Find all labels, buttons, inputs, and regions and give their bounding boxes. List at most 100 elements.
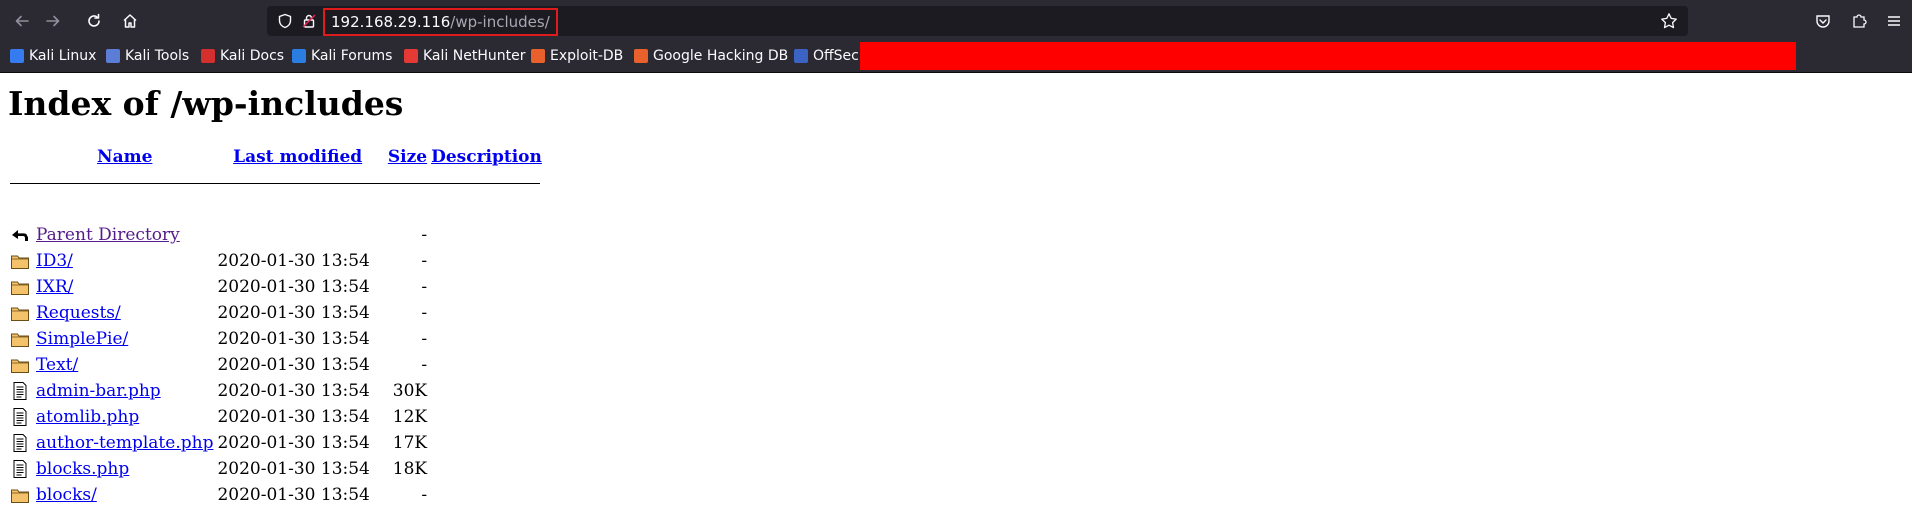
table-row: blocks.php 2020-01-30 13:54 18K: [8, 456, 542, 482]
file-link[interactable]: blocks.php: [36, 459, 129, 479]
bookmark-label: Kali Forums: [311, 48, 393, 64]
table-row: Text/2020-01-30 13:54 -: [8, 352, 542, 378]
header-divider: [10, 182, 540, 184]
bookmark-label: Kali NetHunter: [423, 48, 526, 64]
row-icon-cell: [8, 482, 34, 508]
home-button[interactable]: [116, 8, 144, 34]
date-cell: [215, 222, 371, 248]
bookmark-item[interactable]: Kali Forums: [292, 40, 392, 72]
arrow-left-icon: [15, 15, 29, 27]
folder-icon: [10, 355, 32, 375]
forward-button[interactable]: [39, 8, 67, 34]
folder-icon: [10, 251, 32, 271]
parent-directory-icon: [10, 225, 32, 245]
bookmark-favicon-icon: [10, 49, 24, 63]
file-link[interactable]: blocks/: [36, 485, 97, 505]
bookmark-item[interactable]: Kali Tools: [106, 40, 189, 72]
file-link[interactable]: Parent Directory: [36, 225, 180, 245]
description-cell: [429, 404, 542, 430]
description-cell: [429, 352, 542, 378]
reload-icon: [88, 13, 100, 27]
url-text[interactable]: 192.168.29.116/wp-includes/: [323, 8, 558, 36]
table-row: Requests/2020-01-30 13:54 -: [8, 300, 542, 326]
file-link[interactable]: atomlib.php: [36, 407, 139, 427]
file-link[interactable]: Requests/: [36, 303, 121, 323]
sort-by-name-link[interactable]: Name: [97, 147, 152, 167]
name-cell: Parent Directory: [34, 222, 215, 248]
folder-icon: [10, 303, 32, 323]
description-cell: [429, 378, 542, 404]
name-cell: IXR/: [34, 274, 215, 300]
name-cell: author-template.php: [34, 430, 215, 456]
name-cell: Text/: [34, 352, 215, 378]
shield-icon[interactable]: [275, 11, 295, 31]
redaction-block: [860, 42, 1796, 70]
sort-by-last-modified-link[interactable]: Last modified: [233, 147, 362, 167]
description-cell: [429, 222, 542, 248]
date-cell: 2020-01-30 13:54: [217, 329, 370, 349]
arrow-right-icon: [46, 15, 60, 27]
bookmark-favicon-icon: [794, 49, 808, 63]
file-link[interactable]: admin-bar.php: [36, 381, 161, 401]
file-link[interactable]: IXR/: [36, 277, 73, 297]
lock-icon[interactable]: [299, 11, 319, 31]
url-host: 192.168.29.116: [331, 13, 451, 31]
row-icon-cell: [8, 404, 34, 430]
date-cell: 2020-01-30 13:54: [217, 407, 370, 427]
name-cell: Requests/: [34, 300, 215, 326]
bookmark-item[interactable]: Exploit-DB: [531, 40, 623, 72]
bookmark-item[interactable]: OffSec: [794, 40, 859, 72]
sort-by-size-link[interactable]: Size: [388, 147, 427, 167]
bookmark-item[interactable]: Google Hacking DB: [634, 40, 788, 72]
size-cell: 30K: [392, 381, 428, 401]
name-cell: SimplePie/: [34, 326, 215, 352]
home-icon: [123, 14, 137, 28]
pocket-icon: [1816, 15, 1830, 28]
date-cell: 2020-01-30 13:54: [217, 485, 370, 505]
bookmark-favicon-icon: [201, 49, 215, 63]
bookmark-label: Kali Docs: [220, 48, 285, 64]
table-row: blocks/2020-01-30 13:54 -: [8, 482, 542, 508]
page-content: Index of /wp-includes Name Last modified…: [0, 82, 1912, 508]
bookmark-favicon-icon: [404, 49, 418, 63]
size-cell: -: [421, 303, 428, 323]
address-bar[interactable]: 192.168.29.116/wp-includes/: [267, 6, 1688, 36]
bookmark-item[interactable]: Kali Linux: [10, 40, 96, 72]
pocket-button[interactable]: [1809, 8, 1837, 34]
file-link[interactable]: SimplePie/: [36, 329, 128, 349]
size-cell: 12K: [392, 407, 428, 427]
menu-button[interactable]: [1880, 8, 1908, 34]
reload-button[interactable]: [80, 8, 108, 34]
size-cell: -: [421, 485, 428, 505]
file-icon: [10, 407, 32, 427]
bookmarks-bar: Kali Linux Kali Tools Kali Docs Kali Forums…: [0, 40, 1912, 73]
bookmark-star-icon[interactable]: [1660, 9, 1678, 35]
table-row: IXR/2020-01-30 13:54 -: [8, 274, 542, 300]
row-icon-cell: [8, 430, 34, 456]
folder-icon: [10, 277, 32, 297]
row-icon-cell: [8, 300, 34, 326]
file-icon: [10, 433, 32, 453]
file-link[interactable]: Text/: [36, 355, 78, 375]
puzzle-icon: [1853, 14, 1867, 28]
sort-by-description-link[interactable]: Description: [431, 147, 542, 167]
folder-icon: [10, 485, 32, 505]
description-cell: [429, 430, 542, 456]
back-button[interactable]: [8, 8, 36, 34]
table-row: atomlib.php 2020-01-30 13:54 12K: [8, 404, 542, 430]
date-cell: 2020-01-30 13:54: [217, 303, 370, 323]
bookmark-label: OffSec: [813, 48, 859, 64]
bookmark-label: Kali Linux: [29, 48, 97, 64]
extensions-button[interactable]: [1845, 8, 1873, 34]
bookmark-favicon-icon: [634, 49, 648, 63]
date-cell: 2020-01-30 13:54: [217, 355, 370, 375]
size-cell: -: [421, 277, 428, 297]
file-link[interactable]: author-template.php: [36, 433, 213, 453]
file-link[interactable]: ID3/: [36, 251, 73, 271]
size-cell: 18K: [392, 459, 428, 479]
date-cell: 2020-01-30 13:54: [217, 381, 370, 401]
browser-toolbar: 192.168.29.116/wp-includes/: [0, 0, 1912, 40]
bookmark-item[interactable]: Kali NetHunter: [404, 40, 525, 72]
bookmark-item[interactable]: Kali Docs: [201, 40, 284, 72]
description-cell: [429, 300, 542, 326]
